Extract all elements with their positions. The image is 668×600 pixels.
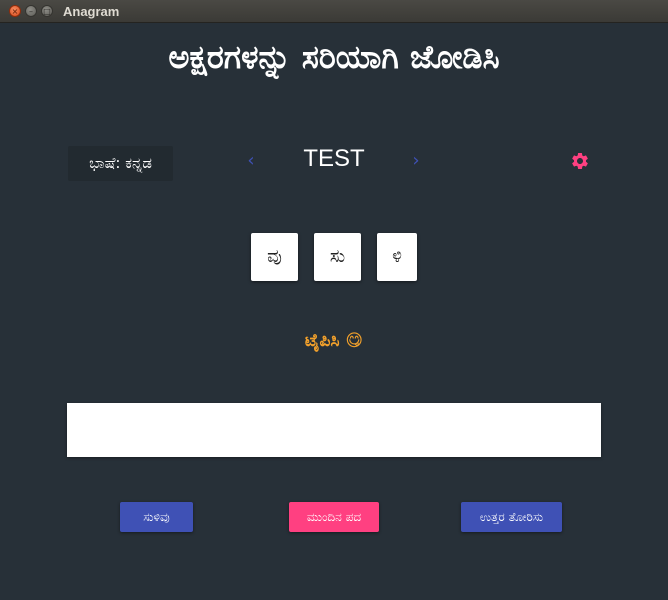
letter-tile[interactable]: ವು [251, 233, 298, 281]
chevron-right-icon: › [412, 150, 420, 171]
window-maximize-button[interactable]: □ [41, 5, 53, 17]
window-titlebar: × – □ Anagram [0, 0, 668, 23]
current-word: TEST [303, 145, 365, 172]
previous-word-button[interactable]: ‹ [241, 148, 261, 174]
chevron-left-icon: ‹ [247, 150, 255, 171]
gear-icon [572, 153, 588, 169]
window-minimize-button[interactable]: – [25, 5, 37, 17]
settings-button[interactable] [570, 151, 590, 171]
app-content: ಅಕ್ಷರಗಳನ್ನು ಸರಿಯಾಗಿ ಜೋಡಿಸಿ ಭಾಷೆ: ಕನ್ನಡ ‹… [0, 23, 668, 600]
language-label: ಭಾಷೆ: ಕನ್ನಡ [68, 146, 173, 181]
type-hint-text: ಟೈಪಿಸಿ 😋 [304, 331, 364, 351]
answer-input[interactable] [67, 403, 601, 457]
window-close-button[interactable]: × [9, 5, 21, 17]
letter-tile[interactable]: ಸು [314, 233, 361, 281]
window-title: Anagram [63, 4, 120, 19]
next-word-button[interactable]: ಮುಂದಿನ ಪದ [289, 502, 379, 532]
letter-tile[interactable]: ಳಿ [377, 233, 417, 281]
hint-button[interactable]: ಸುಳಿವು [120, 502, 193, 532]
show-answer-button[interactable]: ಉತ್ತರ ತೋರಿಸು [461, 502, 562, 532]
page-title: ಅಕ್ಷರಗಳನ್ನು ಸರಿಯಾಗಿ ಜೋಡಿಸಿ [168, 38, 500, 76]
next-word-arrow-button[interactable]: › [406, 148, 426, 174]
